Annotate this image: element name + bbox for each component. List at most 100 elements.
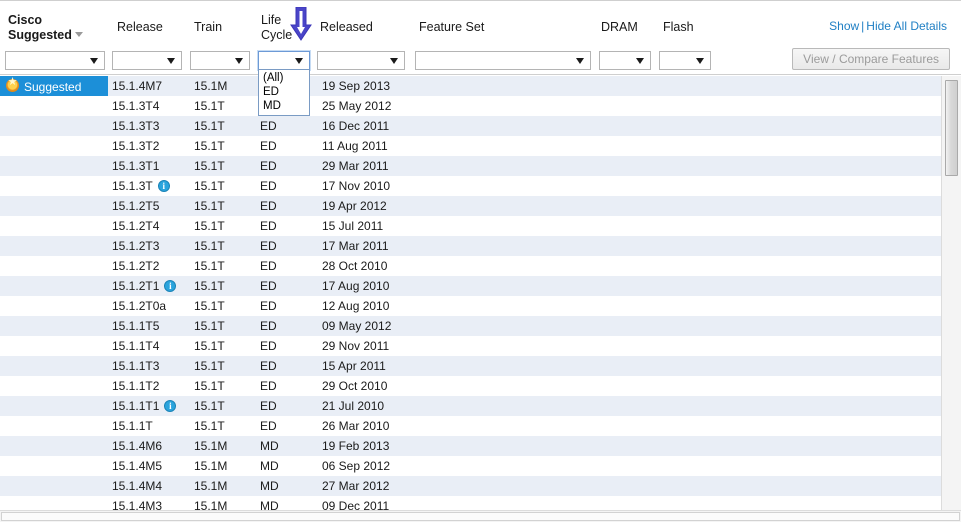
lifecycle-dropdown-list[interactable]: (All) ED MD — [258, 69, 310, 116]
release-value: 15.1.1T1 — [112, 399, 160, 413]
cell-train: 15.1T — [194, 239, 225, 253]
sort-caret-icon[interactable] — [74, 32, 83, 38]
release-table: Suggested 15.1.4M7 15.1M 19 Sep 2013 15.1.3T… — [0, 76, 941, 510]
table-row[interactable]: 15.1.2T4 15.1T ED 15 Jul 2011 — [0, 216, 941, 236]
cell-feature-set — [432, 196, 646, 216]
cell-train: 15.1T — [194, 299, 225, 313]
cell-flash — [712, 496, 776, 510]
column-header-life-cycle[interactable]: Life Cycle — [261, 13, 292, 43]
released-filter-select[interactable] — [317, 51, 405, 70]
table-row[interactable]: 15.1.3T3 15.1T ED 16 Dec 2011 — [0, 116, 941, 136]
cell-filler — [776, 196, 941, 216]
view-compare-features-button[interactable]: View / Compare Features — [792, 48, 950, 70]
cell-release: 15.1.1T2 — [108, 376, 190, 396]
table-row[interactable]: 15.1.2T2 15.1T ED 28 Oct 2010 — [0, 256, 941, 276]
dram-filter-select[interactable] — [599, 51, 651, 70]
release-table-scroll-area[interactable]: Suggested 15.1.4M7 15.1M 19 Sep 2013 15.1.3T… — [0, 76, 961, 510]
horizontal-scrollbar[interactable] — [0, 510, 961, 522]
suggested-filter-select[interactable] — [5, 51, 105, 70]
vertical-scrollbar-thumb[interactable] — [945, 80, 958, 176]
cell-cisco-suggested — [0, 336, 108, 356]
featureset-filter-select[interactable] — [415, 51, 591, 70]
cell-released: 17 Nov 2010 — [322, 179, 391, 193]
table-row[interactable]: 15.1.3T4 15.1T 25 May 2012 — [0, 96, 941, 116]
cell-flash — [712, 76, 776, 96]
cell-release: 15.1.4M6 — [108, 436, 190, 456]
cell-flash — [712, 116, 776, 136]
table-row[interactable]: 15.1.3T1 15.1T ED 29 Mar 2011 — [0, 156, 941, 176]
table-row[interactable]: Suggested 15.1.4M7 15.1M 19 Sep 2013 — [0, 76, 941, 96]
chevron-down-icon — [390, 58, 398, 64]
cell-release: 15.1.2T4 — [108, 216, 190, 236]
vertical-scrollbar[interactable] — [941, 76, 961, 510]
horizontal-scrollbar-track[interactable] — [1, 512, 960, 521]
table-row[interactable]: 15.1.4M5 15.1M MD 06 Sep 2012 — [0, 456, 941, 476]
cell-filler — [776, 136, 941, 156]
lifecycle-filter-select[interactable] — [258, 51, 310, 70]
column-header-release[interactable]: Release — [117, 20, 163, 35]
release-value: 15.1.1T3 — [112, 359, 160, 373]
table-row[interactable]: 15.1.1T2 15.1T ED 29 Oct 2010 — [0, 376, 941, 396]
suggested-badge-label: Suggested — [24, 79, 82, 94]
cell-filler — [776, 376, 941, 396]
table-row[interactable]: 15.1.1T 15.1T ED 26 Mar 2010 — [0, 416, 941, 436]
cell-release: 15.1.3T2 — [108, 136, 190, 156]
column-header-cisco-suggested[interactable]: Cisco Suggested — [8, 13, 83, 43]
release-value: 15.1.4M7 — [112, 79, 163, 93]
cell-life-cycle: MD — [260, 459, 279, 473]
column-header-cisco-suggested-line2: Suggested — [8, 28, 72, 42]
cell-release: 15.1.1T1 — [108, 396, 190, 416]
table-row[interactable]: 15.1.4M3 15.1M MD 09 Dec 2011 — [0, 496, 941, 510]
cell-released: 26 Mar 2010 — [322, 419, 390, 433]
cell-feature-set — [432, 396, 646, 416]
table-row[interactable]: 15.1.2T3 15.1T ED 17 Mar 2011 — [0, 236, 941, 256]
table-row[interactable]: 15.1.2T0a 15.1T ED 12 Aug 2010 — [0, 296, 941, 316]
cell-release: 15.1.1T4 — [108, 336, 190, 356]
cell-dram — [646, 376, 712, 396]
table-row[interactable]: 15.1.1T3 15.1T ED 15 Apr 2011 — [0, 356, 941, 376]
table-row[interactable]: 15.1.3T2 15.1T ED 11 Aug 2011 — [0, 136, 941, 156]
table-row[interactable]: 15.1.4M6 15.1M MD 19 Feb 2013 — [0, 436, 941, 456]
info-icon[interactable] — [164, 279, 177, 292]
cell-filler — [776, 96, 941, 116]
cell-life-cycle: ED — [260, 419, 277, 433]
chevron-down-icon — [235, 58, 243, 64]
table-row[interactable]: 15.1.1T4 15.1T ED 29 Nov 2011 — [0, 336, 941, 356]
column-header-flash[interactable]: Flash — [663, 20, 694, 35]
table-row[interactable]: 15.1.1T5 15.1T ED 09 May 2012 — [0, 316, 941, 336]
cell-cisco-suggested — [0, 236, 108, 256]
release-value: 15.1.2T3 — [112, 239, 160, 253]
column-header-dram[interactable]: DRAM — [601, 20, 638, 35]
hide-all-details-link[interactable]: Hide All Details — [866, 19, 947, 33]
info-icon[interactable] — [164, 399, 177, 412]
table-row[interactable]: 15.1.3T 15.1T ED 17 Nov 2010 — [0, 176, 941, 196]
lifecycle-option-all[interactable]: (All) — [259, 71, 309, 85]
cell-dram — [646, 296, 712, 316]
release-value: 15.1.4M5 — [112, 459, 163, 473]
info-icon[interactable] — [157, 179, 170, 192]
table-row[interactable]: 15.1.2T5 15.1T ED 19 Apr 2012 — [0, 196, 941, 216]
cell-dram — [646, 276, 712, 296]
table-row[interactable]: 15.1.4M4 15.1M MD 27 Mar 2012 — [0, 476, 941, 496]
table-row[interactable]: 15.1.2T1 15.1T ED 17 Aug 2010 — [0, 276, 941, 296]
column-header-feature-set[interactable]: Feature Set — [419, 20, 484, 35]
lifecycle-option-md[interactable]: MD — [259, 99, 309, 113]
cell-cisco-suggested — [0, 176, 108, 196]
cell-train: 15.1T — [194, 219, 225, 233]
column-header-train[interactable]: Train — [194, 20, 222, 35]
cell-feature-set — [432, 116, 646, 136]
release-filter-select[interactable] — [112, 51, 182, 70]
cell-cisco-suggested — [0, 356, 108, 376]
show-details-link[interactable]: Show — [829, 19, 859, 33]
lifecycle-option-ed[interactable]: ED — [259, 85, 309, 99]
train-filter-select[interactable] — [190, 51, 250, 70]
column-header-released[interactable]: Released — [320, 20, 373, 35]
cell-dram — [646, 356, 712, 376]
cell-feature-set — [432, 376, 646, 396]
flash-filter-select[interactable] — [659, 51, 711, 70]
cell-life-cycle: MD — [260, 439, 279, 453]
table-row[interactable]: 15.1.1T1 15.1T ED 21 Jul 2010 — [0, 396, 941, 416]
release-value: 15.1.4M6 — [112, 439, 163, 453]
table-header-band: Cisco Suggested Release Train Life Cycle… — [0, 1, 961, 75]
cell-feature-set — [432, 356, 646, 376]
